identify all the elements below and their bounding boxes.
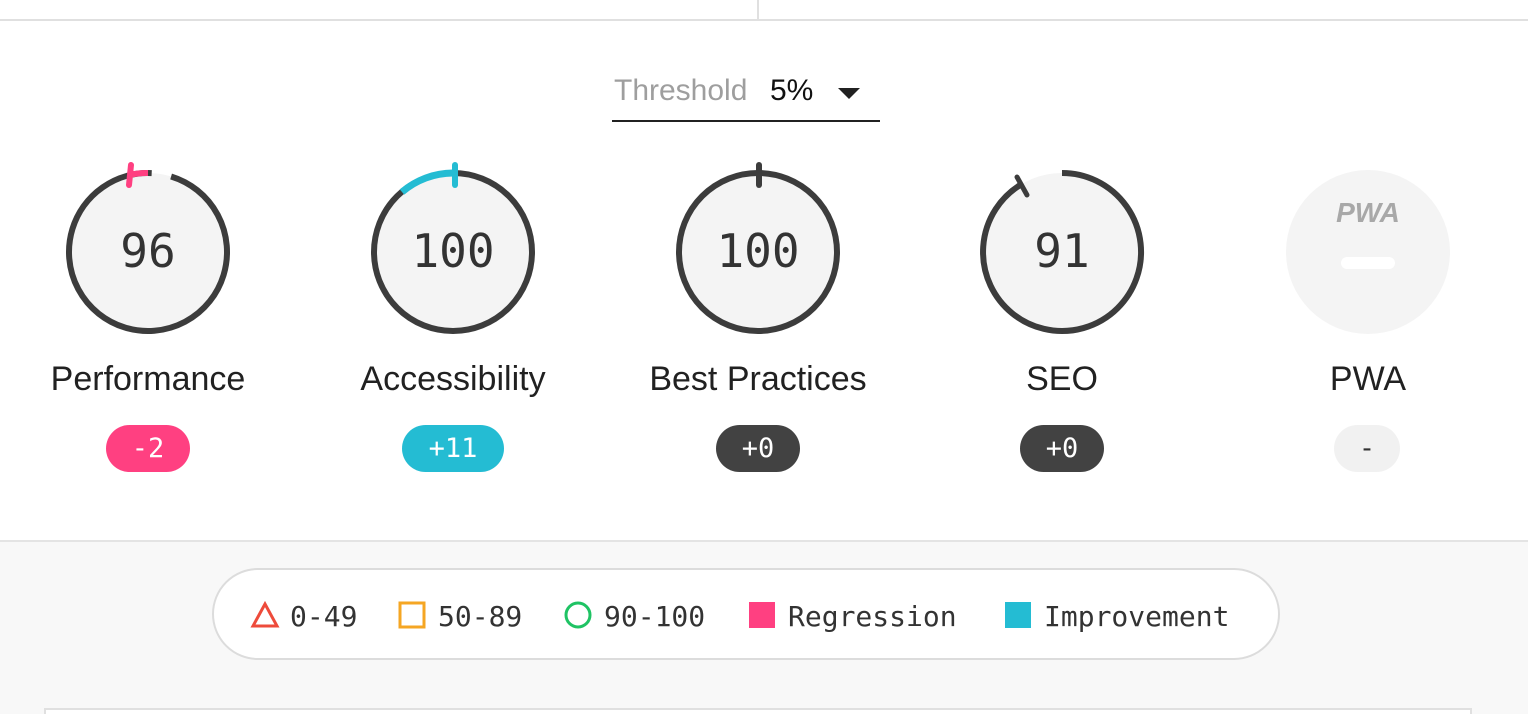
legend-label-pass: 90-100 (604, 600, 706, 633)
threshold-label: Threshold (614, 74, 748, 107)
top-toolbar-strip (0, 0, 1528, 21)
performance-score: 96 (120, 224, 176, 278)
performance-label: Performance (50, 360, 246, 398)
accessibility-delta-badge: +11 (402, 425, 504, 472)
gauge-best-practices[interactable]: 100 Best Practices +0 (638, 160, 878, 490)
threshold-select[interactable]: Threshold 5% (612, 66, 880, 122)
best-practices-score: 100 (716, 224, 800, 278)
square-filled-icon (1005, 602, 1031, 628)
gauge-accessibility[interactable]: 100 Accessibility +11 (333, 160, 573, 490)
accessibility-label: Accessibility (360, 360, 546, 398)
performance-delta-badge: -2 (106, 425, 190, 472)
score-legend: 0-49 50-89 90-100 Regression Improvement (212, 568, 1280, 660)
toolbar-divider (757, 0, 759, 19)
best-practices-label: Best Practices (649, 360, 867, 398)
caret-down-icon (838, 88, 860, 99)
seo-label: SEO (1026, 360, 1098, 398)
seo-score: 91 (1034, 224, 1090, 278)
pwa-label: PWA (1329, 360, 1407, 398)
pwa-delta-badge: - (1334, 425, 1400, 472)
pwa-dash-icon (1341, 257, 1395, 269)
pwa-logo-icon: PWA (1336, 197, 1400, 228)
legend-section: 0-49 50-89 90-100 Regression Improvement (0, 540, 1528, 714)
threshold-value: 5% (770, 74, 814, 107)
legend-label-improvement: Improvement (1044, 600, 1230, 633)
gauge-pwa[interactable]: PWA PWA - (1248, 160, 1488, 490)
results-panel (44, 708, 1472, 714)
legend-label-fail: 0-49 (290, 600, 358, 633)
circle-outline-icon (564, 601, 592, 629)
legend-label-regression: Regression (788, 600, 957, 633)
gauge-seo[interactable]: 91 SEO +0 (942, 160, 1182, 490)
best-practices-delta-badge: +0 (716, 425, 800, 472)
triangle-icon (250, 601, 280, 628)
square-outline-icon (398, 601, 426, 629)
square-filled-icon (749, 602, 775, 628)
gauge-performance[interactable]: 96 Performance -2 (28, 160, 268, 490)
accessibility-score: 100 (411, 224, 495, 278)
seo-delta-badge: +0 (1020, 425, 1104, 472)
legend-label-average: 50-89 (438, 600, 523, 633)
